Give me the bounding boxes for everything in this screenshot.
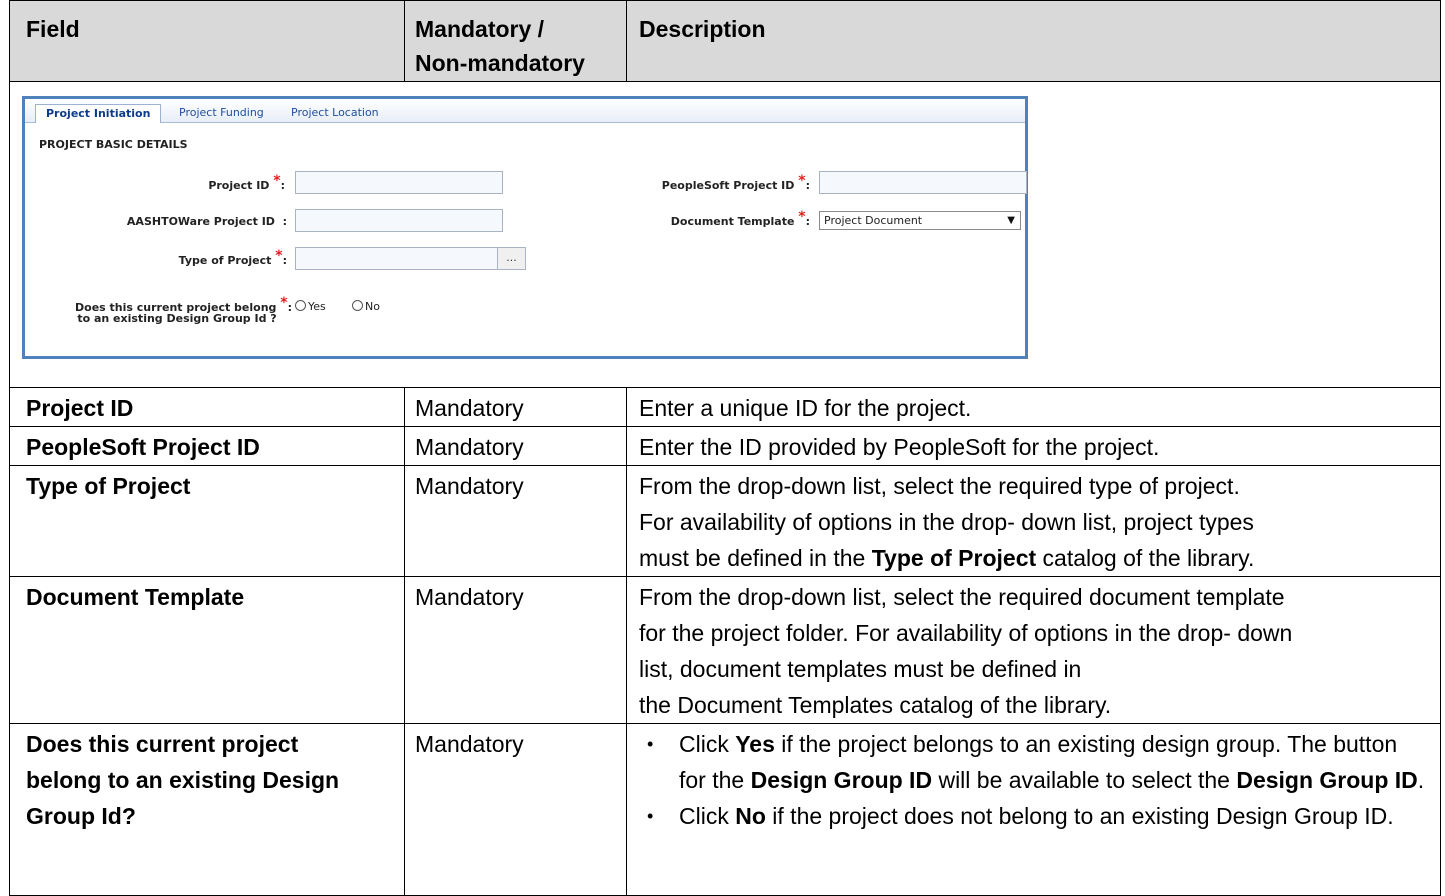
- radio-no[interactable]: No: [352, 300, 380, 313]
- aashtoware-project-id-label: AASHTOWare Project ID :: [126, 215, 287, 228]
- chevron-down-icon: ▼: [1007, 215, 1015, 226]
- field-cell: Type of Project: [9, 465, 405, 577]
- description-cell: Click Yes if the project belongs to an e…: [626, 723, 1441, 896]
- table-row: Document Template Mandatory From the dro…: [9, 576, 1441, 724]
- required-marker: *: [798, 209, 806, 225]
- tab-project-initiation[interactable]: Project Initiation: [35, 104, 162, 123]
- description-cell: Enter a unique ID for the project.: [626, 387, 1441, 427]
- document-template-value: Project Document: [824, 214, 923, 227]
- field-cell: PeopleSoft Project ID: [9, 426, 405, 466]
- radio-yes-circle[interactable]: [295, 300, 306, 311]
- table-row: PeopleSoft Project ID Mandatory Enter th…: [9, 426, 1441, 466]
- project-form-screenshot: Project Initiation Project Funding Proje…: [22, 96, 1028, 359]
- type-of-project-input[interactable]: [295, 247, 498, 270]
- tab-project-funding[interactable]: Project Funding: [169, 104, 274, 123]
- field-description-table: Field Mandatory / Non-mandatory Descripti…: [9, 0, 1441, 896]
- field-cell: Project ID: [9, 387, 405, 427]
- description-cell: Enter the ID provided by PeopleSoft for …: [626, 426, 1441, 466]
- header-description: Description: [626, 0, 1441, 82]
- document-template-select[interactable]: Project Document ▼: [819, 211, 1021, 230]
- header-mandatory: Mandatory / Non-mandatory: [404, 0, 627, 82]
- type-of-project-label: Type of Project *:: [178, 248, 287, 267]
- screenshot-cell: Project Initiation Project Funding Proje…: [9, 81, 1441, 388]
- required-marker: *: [798, 173, 806, 189]
- project-id-input[interactable]: [295, 171, 503, 194]
- tab-project-location[interactable]: Project Location: [281, 104, 389, 123]
- table-row: Type of Project Mandatory From the drop-…: [9, 465, 1441, 577]
- design-group-question-label: Does this current project belong *: to a…: [75, 295, 292, 325]
- header-field: Field: [9, 0, 405, 82]
- description-cell: From the drop-down list, select the requ…: [626, 465, 1441, 577]
- project-id-label: Project ID *:: [208, 173, 285, 192]
- mandatory-cell: Mandatory: [404, 576, 627, 724]
- section-title: PROJECT BASIC DETAILS: [39, 138, 188, 151]
- required-marker: *: [273, 173, 281, 189]
- mandatory-cell: Mandatory: [404, 426, 627, 466]
- type-of-project-browse-button[interactable]: ...: [497, 247, 526, 270]
- table-header-row: Field Mandatory / Non-mandatory Descripti…: [9, 0, 1441, 82]
- required-marker: *: [280, 295, 288, 311]
- description-cell: From the drop-down list, select the requ…: [626, 576, 1441, 724]
- table-row: Does this current project belong to an e…: [9, 723, 1441, 896]
- document-template-label: Document Template *:: [670, 209, 810, 228]
- mandatory-cell: Mandatory: [404, 465, 627, 577]
- aashtoware-project-id-input[interactable]: [295, 209, 503, 232]
- bullet-yes: Click Yes if the project belongs to an e…: [647, 726, 1430, 798]
- mandatory-cell: Mandatory: [404, 387, 627, 427]
- required-marker: *: [275, 248, 283, 264]
- tab-bar: Project Initiation Project Funding Proje…: [25, 99, 1025, 123]
- field-cell: Does this current project belong to an e…: [9, 723, 405, 896]
- peoplesoft-project-id-input[interactable]: [819, 171, 1027, 194]
- bullet-list: Click Yes if the project belongs to an e…: [639, 726, 1430, 834]
- table-row: Project ID Mandatory Enter a unique ID f…: [9, 387, 1441, 427]
- radio-yes[interactable]: Yes: [295, 300, 326, 313]
- screenshot-row: Project Initiation Project Funding Proje…: [9, 81, 1441, 388]
- peoplesoft-project-id-label: PeopleSoft Project ID *:: [661, 173, 810, 192]
- bullet-no: Click No if the project does not belong …: [647, 798, 1430, 834]
- mandatory-cell: Mandatory: [404, 723, 627, 896]
- radio-no-circle[interactable]: [352, 300, 363, 311]
- field-cell: Document Template: [9, 576, 405, 724]
